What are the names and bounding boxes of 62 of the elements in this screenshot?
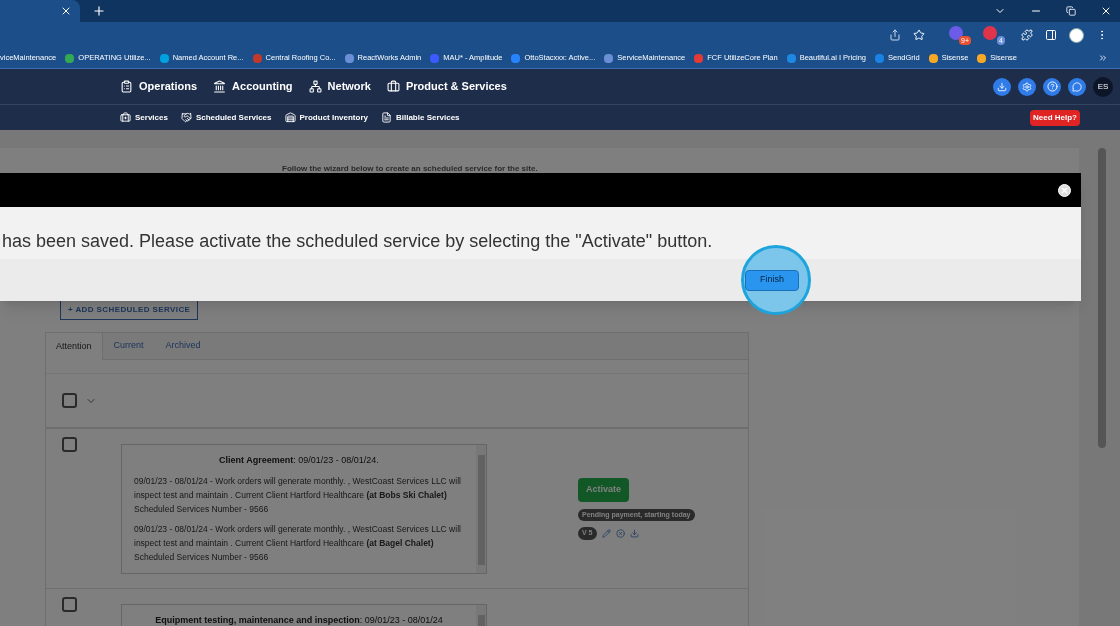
favicon-icon: [977, 53, 987, 63]
share-icon[interactable]: [889, 29, 901, 41]
submenu-item-icon: [380, 112, 392, 123]
menu-item-icon: [387, 80, 400, 93]
favicon-icon: [694, 53, 704, 63]
submenu-item[interactable]: Product Inventory: [284, 111, 368, 124]
gear-icon: [1022, 81, 1032, 92]
checkbox[interactable]: [62, 596, 77, 612]
chat-button[interactable]: [1068, 77, 1086, 96]
more-bookmarks-icon[interactable]: [1098, 53, 1108, 63]
menu-item-icon: [213, 80, 227, 93]
nav-menu-item[interactable]: Accounting: [213, 78, 293, 95]
favicon-icon: [252, 53, 262, 63]
agreement-title: Equipment testing, maintenance and inspection: 09/01/23 - 08/01/24: [154, 613, 444, 626]
user-avatar[interactable]: ES: [1093, 76, 1113, 97]
tab[interactable]: Attention: [46, 333, 103, 360]
favicon-icon: [430, 53, 440, 63]
modal-message: has been saved. Please activate the scheduled service by selecting the "Activate" button.: [2, 230, 713, 253]
submenu-item-icon: [284, 112, 296, 123]
agreement-description: 09/01/23 - 08/01/24 - Work orders will generate monthly. , WestCoast Services LLC will inspect test and maintain . Current Client Hartford Healthcare (at Bobs Ski Chalet) Scheduled Services Number - 9566: [134, 474, 462, 516]
nav-menu-item[interactable]: Network: [308, 78, 371, 95]
scrollbar[interactable]: [476, 445, 486, 573]
bookmark-star-icon[interactable]: [913, 29, 925, 41]
settings-button[interactable]: [1018, 77, 1036, 96]
favicon-icon: [786, 53, 796, 63]
close-button[interactable]: [1058, 183, 1071, 197]
menu-item-icon: [308, 80, 322, 93]
new-tab-icon[interactable]: [92, 4, 106, 18]
submenu-item[interactable]: Services: [120, 111, 168, 124]
nav-menu-item[interactable]: Product & Services: [387, 78, 507, 95]
restore-icon[interactable]: [1066, 6, 1076, 16]
download-icon: [997, 81, 1007, 92]
finish-button[interactable]: Finish: [745, 269, 799, 291]
nav-menu-item[interactable]: Operations: [120, 78, 198, 95]
favicon-icon: [65, 53, 75, 63]
extensions-icon[interactable]: [1021, 29, 1033, 41]
close-icon[interactable]: [60, 5, 72, 17]
profile-avatar[interactable]: [1069, 27, 1084, 43]
agreement-title: Client Agreement: 09/01/23 - 08/01/24.: [218, 454, 380, 467]
favicon-icon: [511, 53, 521, 63]
agreement-description: 09/01/23 - 08/01/24 - Work orders will generate monthly. , WestCoast Services LLC will inspect test and maintain . Current Client Hartford Healthcare (at Bagel Chalet) Scheduled Services Number - 9566: [134, 522, 462, 564]
submenu-item-icon: [180, 112, 192, 123]
submenu-item-icon: [120, 112, 131, 123]
submenu-item[interactable]: Scheduled Services: [180, 111, 272, 124]
favicon-icon: [928, 53, 938, 63]
side-panel-icon[interactable]: [1045, 29, 1057, 41]
submenu-item[interactable]: Billable Services: [380, 111, 460, 124]
download-button[interactable]: [993, 77, 1011, 96]
help-icon: [1046, 81, 1058, 92]
favicon-icon: [875, 53, 884, 63]
chat-icon: [1072, 81, 1082, 92]
intro-text: Follow the wizard below to create an scheduled service for the site.: [282, 163, 539, 175]
favicon-icon: [344, 53, 354, 63]
checkbox[interactable]: [62, 437, 77, 452]
favicon-icon: [604, 53, 614, 63]
need-help-button[interactable]: Need Help?: [1030, 109, 1080, 126]
favicon-icon: [159, 53, 169, 63]
checkbox[interactable]: [62, 393, 77, 408]
help-button[interactable]: [1043, 77, 1061, 96]
menu-item-icon: [120, 80, 133, 93]
close-icon[interactable]: [1100, 5, 1112, 17]
close-icon: [1060, 185, 1069, 195]
